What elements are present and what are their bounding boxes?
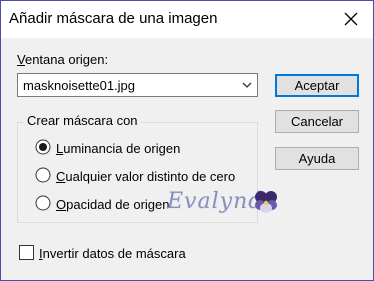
radio-label-nonzero: Cualquier valor distinto de cero [56, 169, 236, 184]
pansy-flower-icon [255, 191, 277, 213]
radio-button-luminance[interactable] [35, 139, 51, 155]
title-bar: Añadir máscara de una imagen [1, 1, 373, 38]
cancel-button[interactable]: Cancelar [275, 110, 359, 133]
close-button[interactable] [331, 2, 371, 36]
radio-button-nonzero[interactable] [35, 167, 51, 183]
close-icon [344, 12, 358, 26]
watermark: Evalynda [167, 187, 279, 223]
accept-button[interactable]: Aceptar [275, 74, 359, 97]
cancel-label: Cancelar [290, 114, 344, 129]
source-window-value: masknoisette01.jpg [23, 78, 136, 93]
radio-label-luminance: Luminancia de origen [56, 141, 181, 156]
invert-label: Invertir datos de máscara [39, 246, 186, 261]
create-mask-legend: Crear máscara con [24, 113, 141, 128]
invert-checkbox[interactable] [19, 245, 34, 260]
radio-button-opacity[interactable] [35, 195, 51, 211]
chevron-down-icon [242, 82, 252, 88]
help-button[interactable]: Ayuda [275, 147, 359, 170]
source-window-select[interactable]: masknoisette01.jpg [17, 73, 258, 97]
accept-label: Aceptar [294, 78, 340, 93]
add-mask-dialog: Añadir máscara de una imagen Ventana ori… [0, 0, 374, 281]
radio-label-opacity: Opacidad de origen [56, 197, 170, 212]
help-label: Ayuda [298, 151, 336, 166]
source-window-label: Ventana origen: [17, 52, 109, 67]
window-title: Añadir máscara de una imagen [9, 10, 218, 27]
